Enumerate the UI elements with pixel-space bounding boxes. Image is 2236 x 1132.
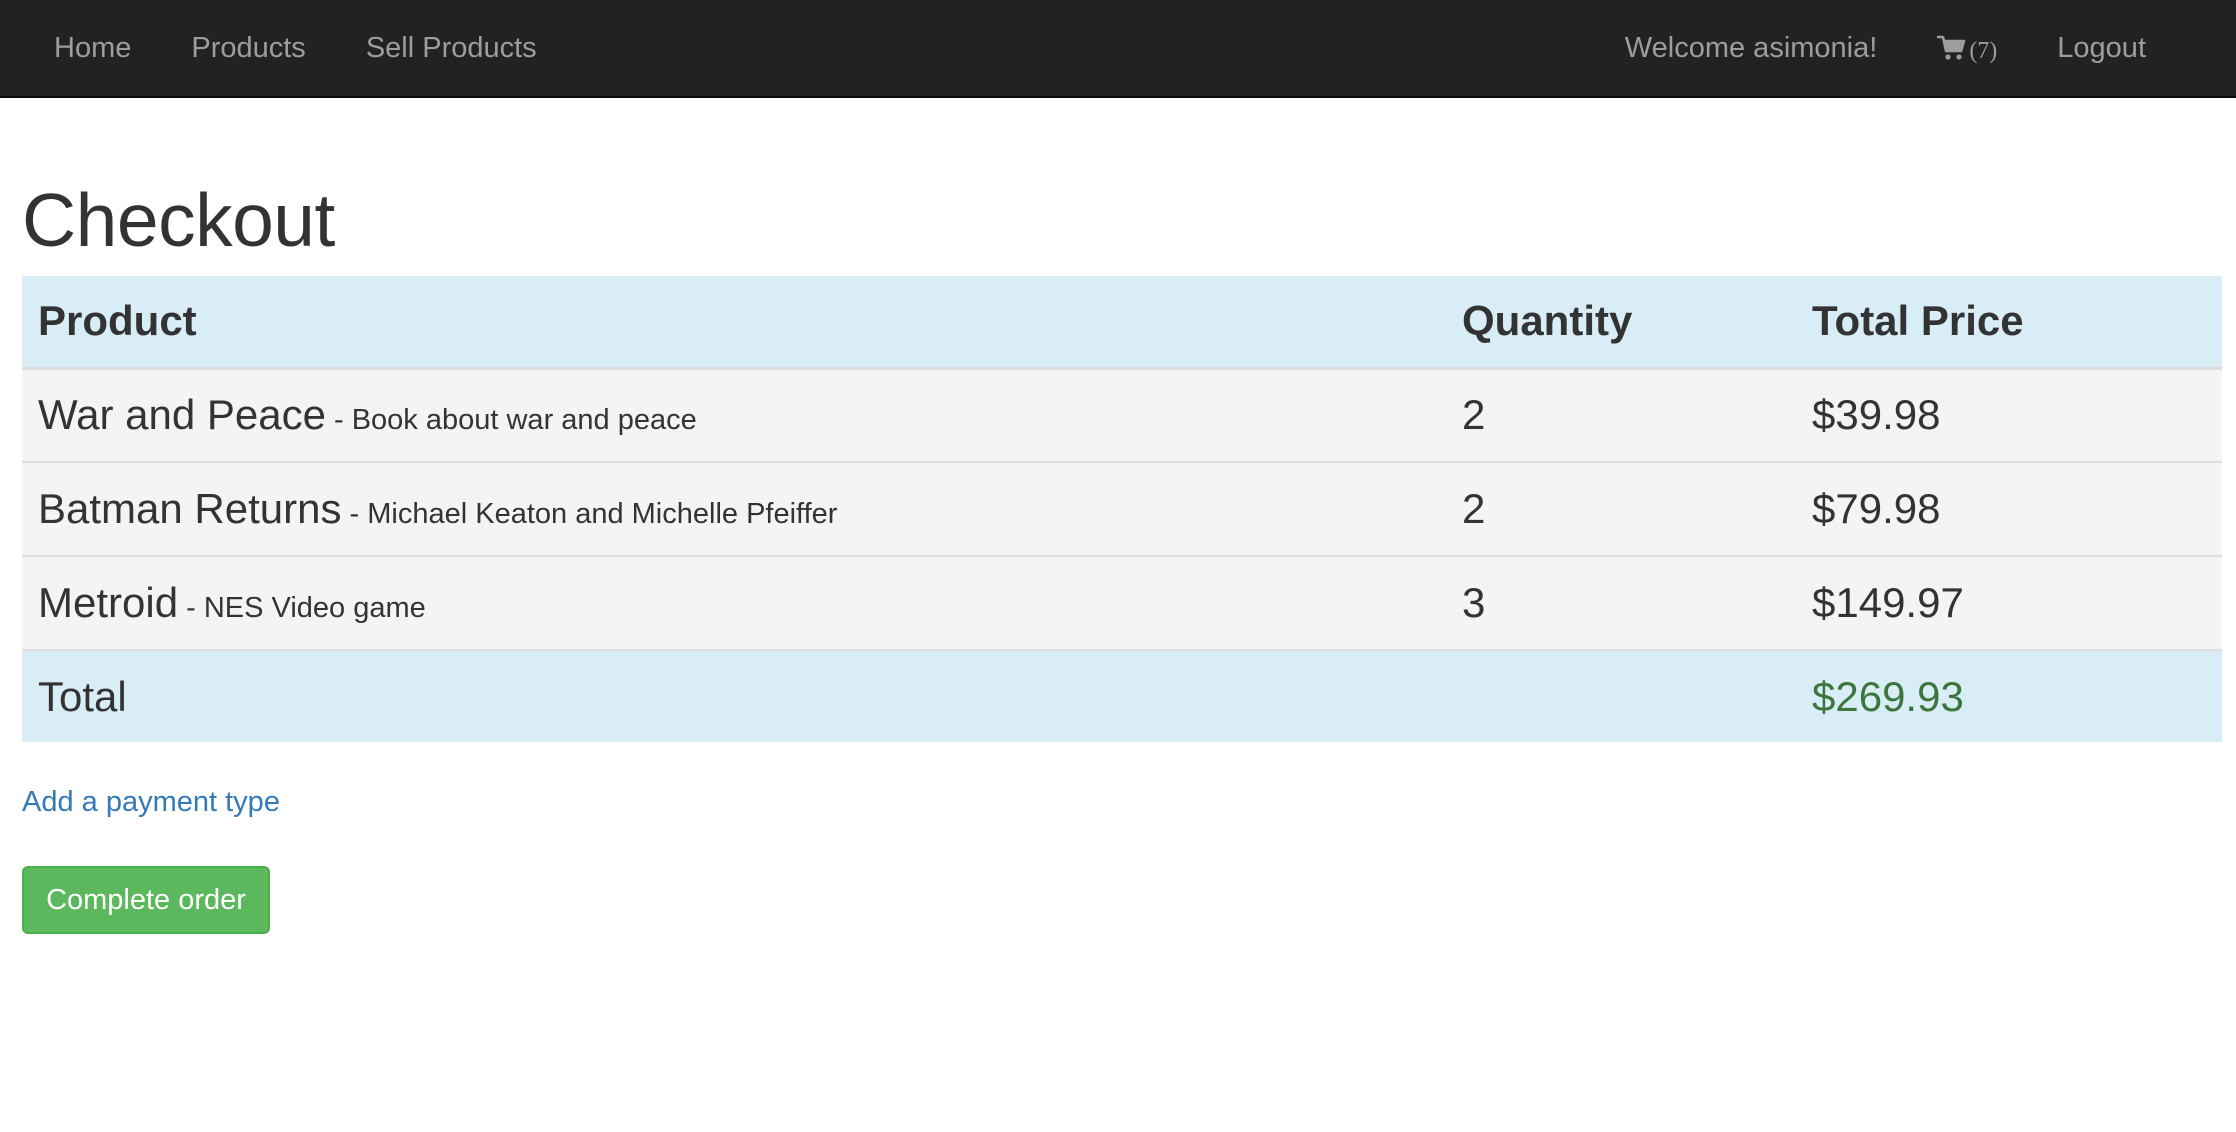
nav-products-link[interactable]: Products (161, 0, 335, 96)
page-title: Checkout (22, 178, 335, 262)
product-name: Batman Returns (38, 485, 342, 532)
product-cell: War and Peace - Book about war and peace (22, 368, 1446, 462)
price-cell: $39.98 (1812, 391, 1941, 439)
nav-left-group: Home Products Sell Products (24, 0, 567, 96)
quantity-cell: 3 (1462, 579, 1486, 626)
nav-logout-link[interactable]: Logout (2027, 0, 2176, 96)
top-navbar: Home Products Sell Products Welcome asim… (0, 0, 2236, 98)
welcome-text: Welcome asimonia! (1624, 32, 1878, 64)
header-total-price: Total Price (1796, 276, 2222, 370)
nav-sell-products-link[interactable]: Sell Products (336, 0, 567, 96)
add-payment-type-link[interactable]: Add a payment type (22, 786, 280, 819)
product-cell: Metroid - NES Video game (22, 556, 1446, 650)
header-quantity: Quantity (1446, 276, 1796, 370)
total-empty-cell (1446, 650, 1796, 742)
product-name: War and Peace (38, 391, 326, 439)
checkout-table: Product Quantity Total Price War and Pea… (22, 276, 2222, 742)
product-description: - Book about war and peace (325, 404, 697, 437)
complete-order-button[interactable]: Complete order (22, 866, 270, 934)
product-description: - NES Video game (178, 592, 426, 624)
table-row: War and Peace - Book about war and peace… (22, 368, 2222, 462)
quantity-cell: 2 (1462, 485, 1486, 532)
cart-count: (7) (1969, 37, 1998, 64)
shopping-cart-icon (1937, 34, 1967, 62)
table-row: Metroid - NES Video game 3 $149.97 (22, 556, 2222, 650)
nav-home-link[interactable]: Home (24, 0, 161, 96)
cart-link[interactable]: (7) (1907, 32, 2027, 65)
price-cell: $149.97 (1812, 579, 1964, 626)
total-row: Total $269.93 (22, 650, 2222, 742)
total-value: $269.93 (1812, 672, 1964, 720)
total-label: Total (38, 672, 127, 720)
nav-right-group: Welcome asimonia! (7) Logout (1595, 0, 2176, 96)
product-cell: Batman Returns - Michael Keaton and Mich… (22, 462, 1446, 556)
main-content: Checkout (22, 160, 2222, 270)
product-description: - Michael Keaton and Michelle Pfeiffer (341, 498, 838, 530)
header-product: Product (22, 276, 1446, 370)
quantity-cell: 2 (1462, 391, 1486, 439)
table-header-row: Product Quantity Total Price (22, 276, 2222, 370)
table-row: Batman Returns - Michael Keaton and Mich… (22, 462, 2222, 556)
price-cell: $79.98 (1812, 485, 1941, 532)
product-name: Metroid (38, 579, 179, 626)
